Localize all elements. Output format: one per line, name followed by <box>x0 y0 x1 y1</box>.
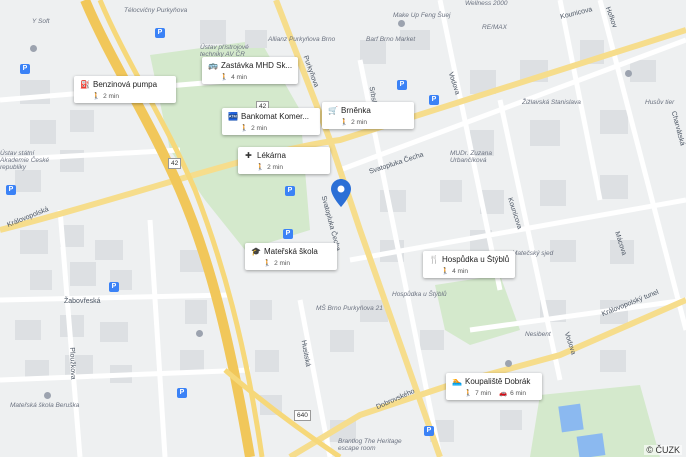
map-base <box>0 0 686 457</box>
walk-icon: 🚶 <box>340 119 349 126</box>
place-name: Zastávka MHD Sk... <box>221 61 292 70</box>
place-card[interactable]: 🍴 Hospůdka u Štýblů 🚶 4 min <box>423 251 515 278</box>
swimming-icon: 🏊 <box>452 377 462 386</box>
place-time-car: 6 min <box>510 389 526 397</box>
place-time: 2 min <box>103 92 119 100</box>
place-name: Benzinová pumpa <box>93 80 158 89</box>
location-pin-icon[interactable] <box>331 179 351 207</box>
parking-icon: P <box>429 95 439 105</box>
place-label: Mateřská škola Beruška <box>10 402 80 409</box>
school-icon: 🎓 <box>251 247 261 256</box>
place-label: RE/MAX <box>482 24 507 31</box>
street-label: Ploužkova <box>68 347 77 380</box>
road-number: 640 <box>294 410 311 421</box>
walk-icon: 🚶 <box>263 260 272 267</box>
poi-dot-icon <box>30 45 37 52</box>
walk-icon: 🚶 <box>256 164 265 171</box>
place-label: Brantlog The Heritage escape room <box>338 438 402 452</box>
road-number: 42 <box>168 158 182 169</box>
shop-icon: 🛒 <box>328 106 338 115</box>
place-card[interactable]: ✚ Lékárna 🚶 2 min <box>238 147 330 174</box>
place-label: Allianz Purkyňova Brno <box>268 36 336 43</box>
place-label: Hospůdka u Štýblů <box>392 291 447 298</box>
atm-icon: 🏧 <box>228 112 238 121</box>
walk-icon: 🚶 <box>441 268 450 275</box>
parking-icon: P <box>20 64 30 74</box>
place-card[interactable]: 🎓 Mateřská škola 🚶 2 min <box>245 243 337 270</box>
map-view[interactable]: Královopolská Kounicova Purkyňova Svatop… <box>0 0 686 457</box>
poi-dot-icon <box>625 70 632 77</box>
place-time: 2 min <box>351 118 367 126</box>
place-label: MŠ Brno Purkyňova 21 <box>316 305 383 312</box>
place-name: Bankomat Komer... <box>241 112 310 121</box>
poi-dot-icon <box>196 330 203 337</box>
place-name: Mateřská škola <box>264 247 318 256</box>
place-time: 2 min <box>267 163 283 171</box>
place-card[interactable]: 🛒 Brněnka 🚶 2 min <box>322 102 414 129</box>
parking-icon: P <box>109 282 119 292</box>
parking-icon: P <box>155 28 165 38</box>
parking-icon: P <box>397 80 407 90</box>
place-label: Ústav přístrojové techniky AV ČR <box>200 44 249 58</box>
walk-icon: 🚶 <box>464 390 473 397</box>
place-card[interactable]: 🏧 Bankomat Komer... 🚶 2 min <box>222 108 320 135</box>
poi-dot-icon <box>44 392 51 399</box>
parking-icon: P <box>283 229 293 239</box>
place-label: Make Up Feng Šuej <box>393 12 451 19</box>
place-card[interactable]: 🏊 Koupaliště Dobrák 🚶 7 min 🚗 6 min <box>446 373 542 400</box>
place-time: 7 min <box>475 389 491 397</box>
place-label: Télocvičny Purkyňova <box>124 7 188 14</box>
place-label: Husův tier <box>645 99 675 106</box>
place-name: Koupaliště Dobrák <box>465 377 531 386</box>
copyright-label: © ČUZK <box>644 445 682 455</box>
walk-icon: 🚶 <box>92 93 101 100</box>
parking-icon: P <box>6 185 16 195</box>
poi-dot-icon <box>505 360 512 367</box>
place-label: Matečský sjed <box>512 250 554 257</box>
place-name: Hospůdka u Štýblů <box>442 255 509 264</box>
place-time: 4 min <box>452 267 468 275</box>
gas-station-icon: ⛽ <box>80 80 90 89</box>
pharmacy-icon: ✚ <box>245 151 252 160</box>
place-time: 2 min <box>274 259 290 267</box>
car-icon: 🚗 <box>499 390 508 397</box>
place-label: Wellness 2000 <box>465 0 508 7</box>
poi-dot-icon <box>398 20 405 27</box>
place-card[interactable]: 🚌 Zastávka MHD Sk... 🚶 4 min <box>202 57 298 84</box>
place-label: Barf Brno Market <box>366 36 416 43</box>
place-label: Nesibent <box>525 331 551 338</box>
place-time: 2 min <box>251 124 267 132</box>
restaurant-icon: 🍴 <box>429 255 439 264</box>
place-label: MUDr. Zuzana Urbančíková <box>450 150 493 164</box>
bus-icon: 🚌 <box>208 61 218 70</box>
street-label: Žabovřeská <box>64 298 101 305</box>
place-label: Žižlavská Stanislava <box>522 99 581 106</box>
parking-icon: P <box>285 186 295 196</box>
place-label: Y Soft <box>32 18 50 25</box>
walk-icon: 🚶 <box>240 125 249 132</box>
place-name: Lékárna <box>257 151 286 160</box>
parking-icon: P <box>177 388 187 398</box>
place-card[interactable]: ⛽ Benzinová pumpa 🚶 2 min <box>74 76 176 103</box>
place-time: 4 min <box>231 73 247 81</box>
parking-icon: P <box>424 426 434 436</box>
walk-icon: 🚶 <box>220 74 229 81</box>
place-name: Brněnka <box>341 106 371 115</box>
place-label: Ústav státní Akademie České republiky <box>0 150 50 171</box>
